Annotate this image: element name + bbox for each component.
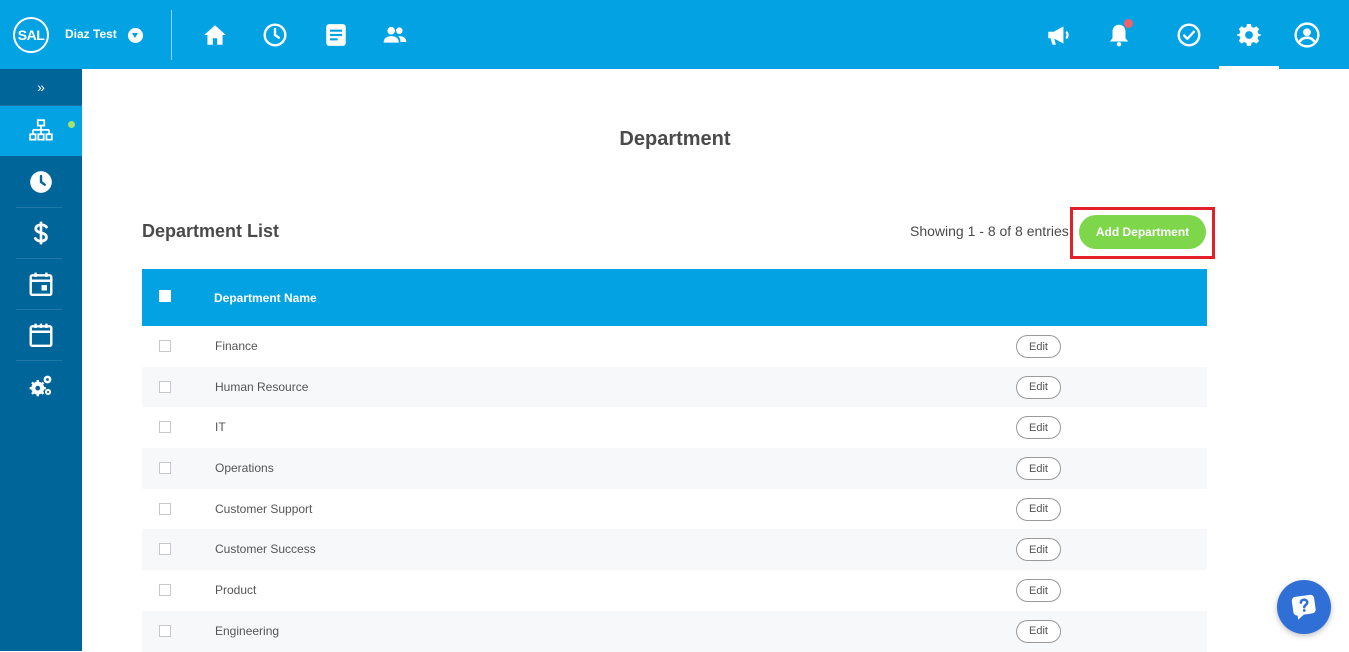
page-title: Department xyxy=(619,128,731,150)
department-name-cell: Human Resource xyxy=(215,379,309,394)
add-department-button[interactable]: Add Department xyxy=(1079,215,1206,249)
table-row: Customer Support Edit xyxy=(142,489,1207,530)
sidebar-item-organization[interactable] xyxy=(0,106,82,156)
dollar-icon xyxy=(33,221,48,245)
row-checkbox[interactable] xyxy=(159,421,171,434)
calendar-icon xyxy=(29,323,53,348)
sidebar-item-payroll[interactable] xyxy=(0,208,82,258)
header-divider xyxy=(171,10,172,60)
edit-button[interactable]: Edit xyxy=(1016,497,1061,521)
active-indicator-dot xyxy=(68,121,75,128)
sidebar: » xyxy=(0,69,82,651)
help-button[interactable] xyxy=(1277,580,1331,634)
select-all-checkbox[interactable] xyxy=(159,290,171,302)
edit-button[interactable]: Edit xyxy=(1016,457,1061,481)
row-checkbox[interactable] xyxy=(159,340,171,352)
sidebar-expand-toggle[interactable]: » xyxy=(0,69,82,106)
document-icon[interactable] xyxy=(321,20,351,50)
entries-count: Showing 1 - 8 of 8 entries xyxy=(910,223,1069,239)
people-icon[interactable] xyxy=(380,20,410,50)
gear-icon[interactable] xyxy=(1234,20,1264,50)
home-icon[interactable] xyxy=(200,20,230,50)
column-header-department-name: Department Name xyxy=(214,291,317,305)
edit-button[interactable]: Edit xyxy=(1016,375,1061,399)
edit-button[interactable]: Edit xyxy=(1016,619,1061,643)
department-name-cell: Customer Success xyxy=(215,542,316,557)
sal-logo[interactable]: SAL xyxy=(13,17,49,53)
department-name-cell: Engineering xyxy=(215,623,280,638)
table-row: IT Edit xyxy=(142,407,1207,448)
user-icon[interactable] xyxy=(1292,20,1322,50)
row-checkbox[interactable] xyxy=(159,624,171,637)
sidebar-item-schedule[interactable] xyxy=(0,259,82,309)
department-list-title: Department List xyxy=(142,221,280,241)
edit-button[interactable]: Edit xyxy=(1016,416,1061,440)
row-checkbox[interactable] xyxy=(159,543,171,556)
department-name-cell: Operations xyxy=(215,461,274,476)
table-row: Product Edit xyxy=(142,570,1207,611)
edit-button[interactable]: Edit xyxy=(1016,335,1061,358)
account-name[interactable]: Diaz Test xyxy=(65,27,117,41)
department-name-cell: Finance xyxy=(215,339,258,353)
edit-button[interactable]: Edit xyxy=(1016,538,1061,562)
check-circle-icon[interactable] xyxy=(1174,20,1204,50)
row-checkbox[interactable] xyxy=(159,462,171,475)
megaphone-icon[interactable] xyxy=(1043,20,1073,50)
clock-icon[interactable] xyxy=(260,20,290,50)
org-chart-icon xyxy=(29,119,53,141)
department-table: Department Name Finance Edit Human Resou… xyxy=(142,269,1207,652)
row-checkbox[interactable] xyxy=(159,584,171,597)
row-checkbox[interactable] xyxy=(159,380,171,393)
table-row: Finance Edit xyxy=(142,326,1207,367)
table-row: Human Resource Edit xyxy=(142,366,1207,408)
department-name-cell: Product xyxy=(215,583,257,598)
account-dropdown-icon[interactable] xyxy=(128,28,143,43)
table-header: Department Name xyxy=(142,269,1207,326)
sidebar-item-time[interactable] xyxy=(0,157,82,207)
help-icon xyxy=(1291,594,1316,620)
table-body: Finance Edit Human Resource Edit IT Edit… xyxy=(142,326,1207,652)
table-row: Engineering Edit xyxy=(142,610,1207,652)
calendar-event-icon xyxy=(29,272,53,297)
department-name-cell: IT xyxy=(215,420,226,435)
sidebar-item-calendar[interactable] xyxy=(0,310,82,360)
notification-badge xyxy=(1124,19,1133,28)
edit-button[interactable]: Edit xyxy=(1016,579,1061,603)
gears-icon xyxy=(29,375,52,397)
sidebar-item-settings[interactable] xyxy=(0,361,82,411)
bell-icon[interactable] xyxy=(1104,19,1134,50)
table-row: Operations Edit xyxy=(142,448,1207,489)
row-checkbox[interactable] xyxy=(159,502,171,515)
table-row: Customer Success Edit xyxy=(142,529,1207,571)
settings-active-indicator xyxy=(1219,66,1279,69)
top-navigation-bar: SAL Diaz Test xyxy=(0,0,1349,69)
clock-icon xyxy=(30,171,52,193)
department-name-cell: Customer Support xyxy=(215,501,313,516)
